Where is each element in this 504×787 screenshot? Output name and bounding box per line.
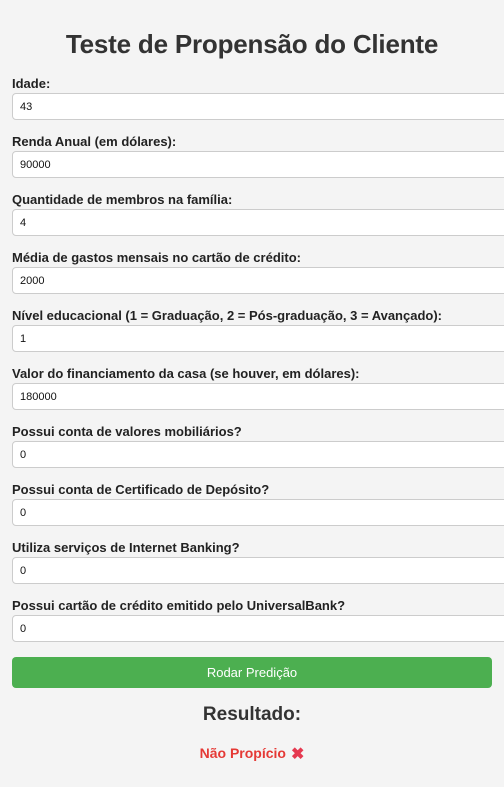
field-financiamento-casa: Valor do financiamento da casa (se houve… [0, 366, 504, 424]
renda-anual-label: Renda Anual (em dólares): [12, 134, 177, 149]
field-nivel-educacional: Nível educacional (1 = Graduação, 2 = Pó… [0, 308, 504, 366]
nivel-educacional-input[interactable] [12, 325, 504, 352]
gastos-cartao-input[interactable] [12, 267, 504, 294]
form-fields: Idade: Renda Anual (em dólares): Quantidad… [0, 76, 504, 656]
gastos-cartao-label: Média de gastos mensais no cartão de cré… [12, 250, 301, 265]
field-valores-mobiliarios: Possui conta de valores mobiliários? [0, 424, 504, 482]
certificado-deposito-input[interactable] [12, 499, 504, 526]
result-heading: Resultado: [202, 704, 302, 725]
cartao-universalbank-input[interactable] [12, 615, 504, 642]
cross-mark-icon: ✖ [290, 746, 305, 763]
field-renda-anual: Renda Anual (em dólares): [0, 134, 504, 192]
nivel-educacional-label: Nível educacional (1 = Graduação, 2 = Pó… [12, 308, 442, 323]
certificado-deposito-label: Possui conta de Certificado de Depósito? [12, 482, 270, 497]
financiamento-casa-label: Valor do financiamento da casa (se houve… [12, 366, 360, 381]
result-text: Não Propício [199, 745, 286, 761]
idade-label: Idade: [12, 76, 51, 91]
valores-mobiliarios-label: Possui conta de valores mobiliários? [12, 424, 242, 439]
page-title: Teste de Propensão do Cliente [65, 29, 439, 59]
run-prediction-button[interactable]: Rodar Predição [12, 657, 492, 688]
field-gastos-cartao: Média de gastos mensais no cartão de cré… [0, 250, 504, 308]
membros-familia-input[interactable] [12, 209, 504, 236]
cartao-universalbank-label: Possui cartão de crédito emitido pelo Un… [12, 598, 346, 613]
internet-banking-input[interactable] [12, 557, 504, 584]
field-certificado-deposito: Possui conta de Certificado de Depósito? [0, 482, 504, 540]
field-cartao-universalbank: Possui cartão de crédito emitido pelo Un… [0, 598, 504, 656]
field-internet-banking: Utiliza serviços de Internet Banking? [0, 540, 504, 598]
field-membros-familia: Quantidade de membros na família: [0, 192, 504, 250]
valores-mobiliarios-input[interactable] [12, 441, 504, 468]
membros-familia-label: Quantidade de membros na família: [12, 192, 233, 207]
financiamento-casa-input[interactable] [12, 383, 504, 410]
idade-input[interactable] [12, 93, 504, 120]
field-idade: Idade: [0, 76, 504, 134]
result-value: Não Propício ✖ [0, 744, 504, 764]
renda-anual-input[interactable] [12, 151, 504, 178]
internet-banking-label: Utiliza serviços de Internet Banking? [12, 540, 240, 555]
